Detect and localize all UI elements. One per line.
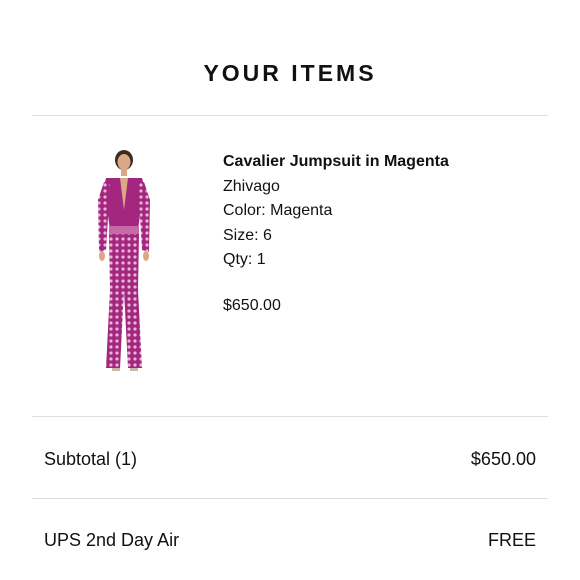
product-details: Cavalier Jumpsuit in Magenta Zhivago Col… [223,150,449,318]
shipping-method-label: UPS 2nd Day Air [44,530,180,550]
product-price: $650.00 [223,296,281,314]
divider [32,416,548,417]
shipping-row: UPS 2nd Day Air FREE [44,528,536,552]
shipping-cost-value: FREE [487,530,536,550]
product-image[interactable] [84,140,164,380]
subtotal-row: Subtotal (1) $650.00 [44,447,536,471]
divider [32,498,548,499]
product-size: Size: 6 [223,226,272,244]
jumpsuit-product-photo [98,150,150,371]
subtotal-label: Subtotal (1) [44,449,138,469]
order-summary-page: YOUR ITEMS Cavalier Jumpsuit in Magenta … [0,0,580,580]
product-qty: Qty: 1 [223,251,266,268]
divider [32,115,548,116]
product-brand: Zhivago [223,177,280,195]
product-color: Color: Magenta [223,202,333,219]
product-name[interactable]: Cavalier Jumpsuit in Magenta [223,150,449,175]
subtotal-value: $650.00 [470,449,536,469]
page-title: YOUR ITEMS [203,60,377,86]
